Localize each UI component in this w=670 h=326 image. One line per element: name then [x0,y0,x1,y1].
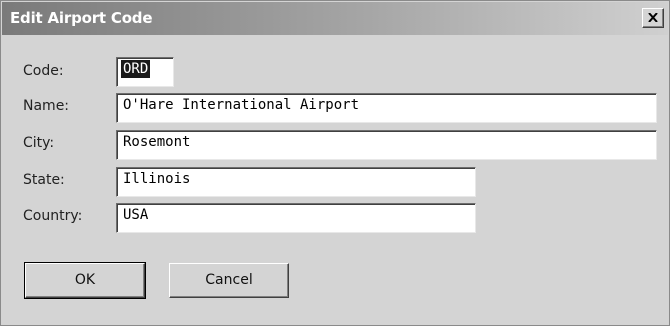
edit-airport-dialog: Edit Airport Code Code: ORD Name: O'Hare… [0,0,670,326]
city-label: City: [23,135,55,151]
close-icon [648,13,658,22]
state-label: State: [23,172,65,188]
country-label: Country: [23,208,83,224]
name-field[interactable]: O'Hare International Airport [116,93,657,123]
state-field[interactable]: Illinois [116,167,476,197]
code-field[interactable]: ORD [116,57,174,87]
name-label: Name: [23,98,70,114]
ok-button-label: OK [74,272,96,288]
code-value: ORD [121,60,151,78]
country-field[interactable]: USA [116,203,476,233]
cancel-button[interactable]: Cancel [169,263,289,298]
ok-button[interactable]: OK [24,262,146,299]
city-field[interactable]: Rosemont [116,130,657,160]
code-label: Code: [23,63,64,79]
close-button[interactable] [642,8,664,28]
title-bar: Edit Airport Code [2,2,668,35]
cancel-button-label: Cancel [205,272,253,288]
window-title: Edit Airport Code [10,9,153,27]
